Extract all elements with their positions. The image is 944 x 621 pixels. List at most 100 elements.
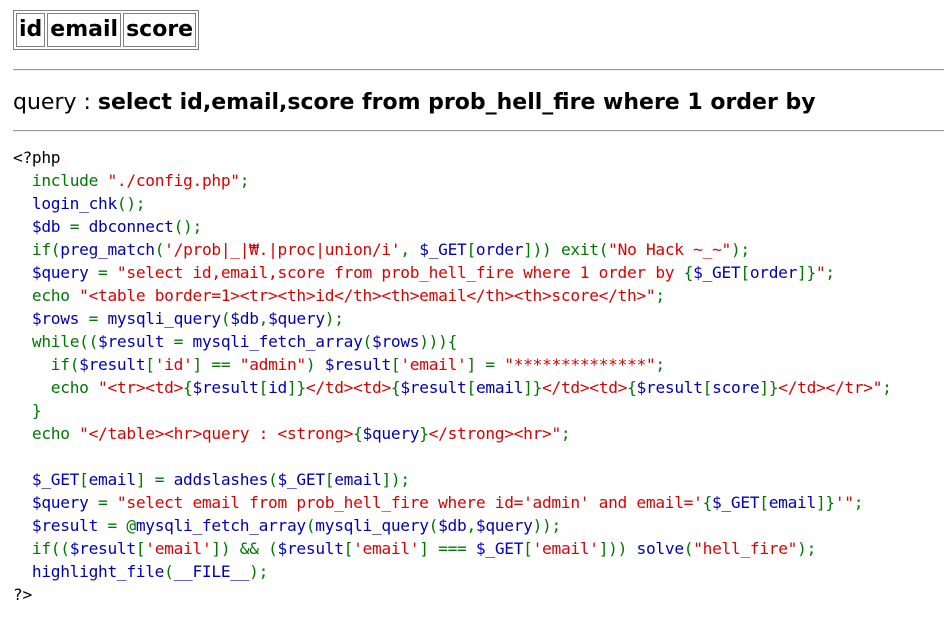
code-token: ; (560, 424, 571, 443)
code-token: { (683, 263, 694, 282)
code-token: { (353, 424, 363, 443)
code-line: $rows = mysqli_query($db,$query); (13, 307, 892, 330)
code-line: if(($result['email']) && ($result['email… (13, 537, 892, 560)
code-token: $result (98, 332, 174, 351)
code-token: ?> (13, 585, 32, 604)
code-token: ])) (598, 539, 637, 558)
code-token: email (475, 378, 524, 397)
code-token: "select id,email,score from prob_hell_fi… (116, 263, 684, 282)
code-token: "</table><hr>query : <strong> (79, 424, 354, 443)
code-token: [ (466, 378, 476, 397)
code-token: $db (438, 516, 467, 535)
code-token: ]); (381, 470, 410, 489)
code-token: echo (31, 286, 80, 305)
code-token: "No Hack ~_~" (608, 240, 731, 259)
code-token: if( (50, 355, 80, 374)
code-token: order (749, 263, 798, 282)
code-token: ] = (135, 470, 174, 489)
code-token: (); (173, 217, 203, 236)
code-token: ); (797, 539, 817, 558)
code-token: include (31, 171, 108, 190)
code-token: ); (324, 309, 344, 328)
code-line: $query = "select id,email,score from pro… (13, 261, 892, 284)
code-token: $db (230, 309, 259, 328)
code-token: ] = (466, 355, 505, 374)
code-token: = @ (107, 516, 136, 535)
code-token: echo (31, 424, 80, 443)
code-line: while(($result = mysqli_fetch_array($row… (13, 330, 892, 353)
code-token: ]) && ( (211, 539, 278, 558)
code-line: ?> (13, 583, 892, 606)
code-token: ; (825, 263, 835, 282)
code-token: = (69, 217, 89, 236)
code-token: ]} (759, 378, 779, 397)
result-table: id email score (13, 10, 200, 50)
code-token: $query (362, 424, 420, 443)
code-token: if(( (31, 539, 70, 558)
code-token: $result (277, 539, 344, 558)
code-token: [ (145, 355, 155, 374)
code-token: mysqli_fetch_array (192, 332, 363, 351)
code-token: $result (13, 516, 108, 535)
code-token: ; (239, 171, 250, 190)
code-token: [ (702, 378, 713, 397)
code-token: $query (13, 493, 99, 512)
code-token: "select email from prob_hell_fire where … (116, 493, 703, 512)
code-token: { (390, 378, 401, 397)
code-token: = (173, 332, 193, 351)
code-token: ]} (523, 378, 543, 397)
code-token: login_chk (13, 194, 117, 213)
code-token: $rows (13, 309, 89, 328)
code-token: [ (523, 539, 533, 558)
code-token: ]} (797, 263, 816, 282)
code-token: $result (192, 378, 259, 397)
code-token: , (258, 309, 269, 328)
code-token: = (88, 309, 108, 328)
code-token: 'id' (154, 355, 193, 374)
code-token: ; (853, 493, 864, 512)
code-token: $db (13, 217, 70, 236)
column-header-email: email (47, 13, 122, 47)
code-token: $result (324, 355, 391, 374)
code-token: [ (466, 240, 476, 259)
code-token: preg_match (60, 240, 155, 259)
code-token: $query (475, 516, 533, 535)
code-token: $_GET (712, 493, 760, 512)
code-line: echo "</table><hr>query : <strong>{$quer… (13, 422, 892, 445)
code-token: { (702, 493, 713, 512)
code-token: = (98, 263, 117, 282)
code-token: ( (268, 470, 278, 489)
code-line: <?php (13, 146, 892, 169)
code-token: [ (324, 470, 335, 489)
code-line: echo "<tr><td>{$result[id]}</td><td>{$re… (13, 376, 892, 399)
code-line: } (13, 399, 892, 422)
column-header-score: score (123, 13, 197, 47)
code-line: $db = dbconnect(); (13, 215, 892, 238)
code-token: email (334, 470, 382, 489)
result-table-header-row: id email score (16, 13, 197, 47)
code-token: highlight_file (13, 562, 165, 581)
code-token: ); (249, 562, 269, 581)
code-token: $_GET (475, 539, 524, 558)
code-token: $result (69, 539, 136, 558)
code-token: ( (154, 240, 165, 259)
code-token: [ (759, 493, 769, 512)
code-token: [ (390, 355, 401, 374)
code-token: "./config.php" (107, 171, 240, 190)
code-token: ))){ (419, 332, 458, 351)
code-line: include "./config.php"; (13, 169, 892, 192)
code-token: email (88, 470, 137, 489)
code-token: "<table border=1><tr><th>id</th><th>emai… (79, 286, 656, 305)
code-token: ( (164, 562, 174, 581)
code-token: id (268, 378, 287, 397)
code-token: <?php (13, 148, 61, 167)
code-token: , (466, 516, 476, 535)
code-token: $_GET (419, 240, 467, 259)
code-token: ( (428, 516, 439, 535)
code-line: highlight_file(__FILE__); (13, 560, 892, 583)
